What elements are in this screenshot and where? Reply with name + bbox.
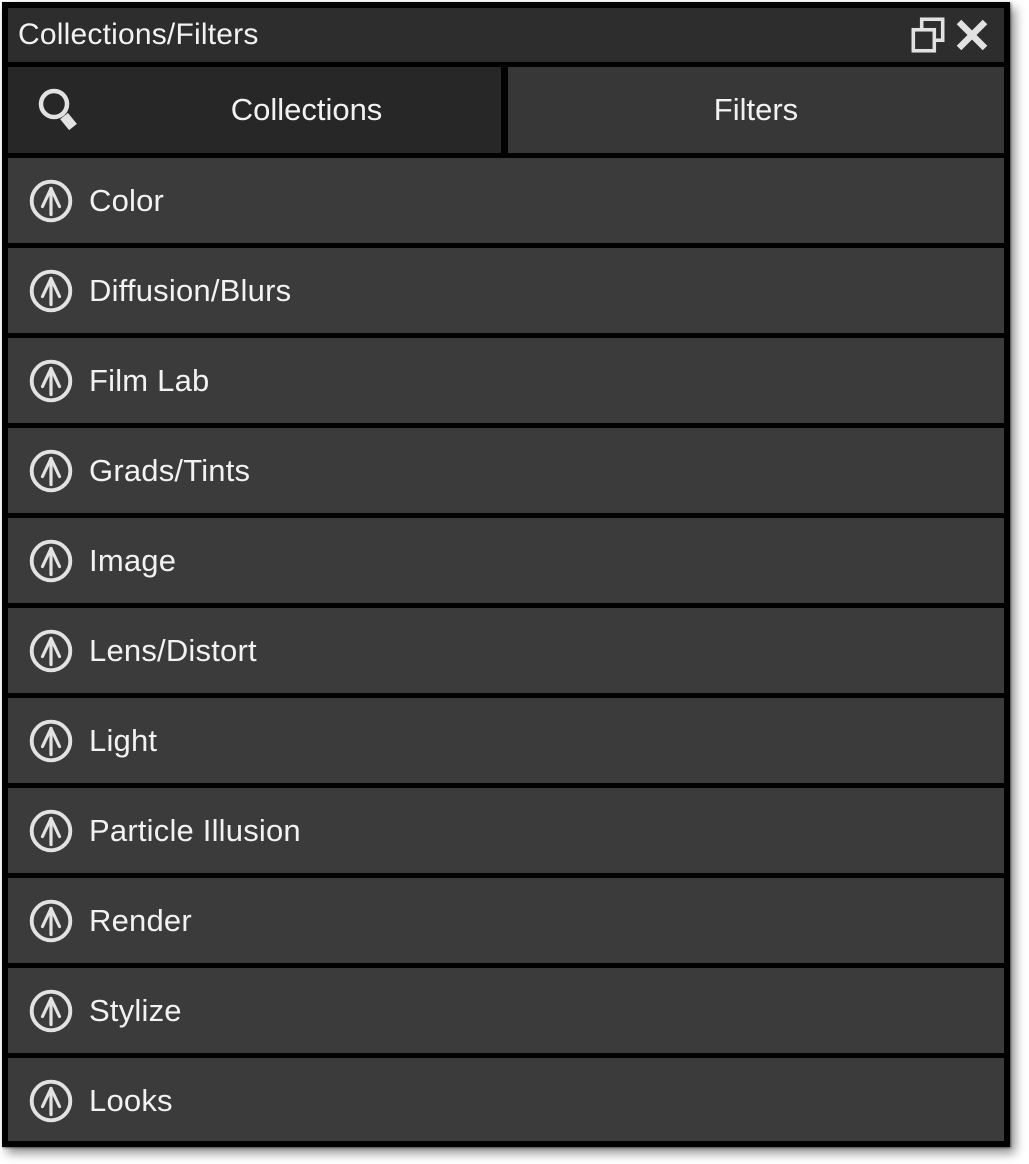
collection-item-color[interactable]: Color [8,158,1004,243]
collection-item-label: Grads/Tints [89,453,250,489]
collection-item-label: Film Lab [89,363,209,399]
collection-item-label: Color [89,183,164,219]
collection-item-render[interactable]: Render [8,878,1004,963]
collection-item-label: Diffusion/Blurs [89,273,291,309]
close-button[interactable] [950,13,994,57]
up-arrow-circle-icon [28,988,74,1034]
up-arrow-circle-icon [28,358,74,404]
collection-item-label: Stylize [89,993,182,1029]
up-arrow-circle-icon [28,538,74,584]
tab-filters[interactable]: Filters [508,67,1004,153]
collection-item-grads-tints[interactable]: Grads/Tints [8,428,1004,513]
collection-item-stylize[interactable]: Stylize [8,968,1004,1053]
tab-bar: Collections Filters [8,67,1004,153]
collection-item-label: Image [89,543,176,579]
search-icon [33,83,87,137]
search-button[interactable] [8,83,112,137]
close-icon [952,15,992,55]
float-window-icon [907,14,949,56]
collections-filters-panel: Collections/Filters Collections [2,2,1010,1147]
collection-item-light[interactable]: Light [8,698,1004,783]
up-arrow-circle-icon [28,898,74,944]
collection-item-film-lab[interactable]: Film Lab [8,338,1004,423]
up-arrow-circle-icon [28,448,74,494]
tab-filters-label: Filters [714,92,798,128]
collection-item-particle-illusion[interactable]: Particle Illusion [8,788,1004,873]
collection-item-looks[interactable]: Looks [8,1058,1004,1141]
up-arrow-circle-icon [28,268,74,314]
collection-list: Color Diffusion/Blurs Film Lab [8,158,1004,1141]
collection-item-label: Render [89,903,192,939]
up-arrow-circle-icon [28,718,74,764]
up-arrow-circle-icon [28,178,74,224]
up-arrow-circle-icon [28,1078,74,1124]
collection-item-lens-distort[interactable]: Lens/Distort [8,608,1004,693]
collection-item-label: Lens/Distort [89,633,257,669]
collection-item-label: Light [89,723,157,759]
collection-item-diffusion-blurs[interactable]: Diffusion/Blurs [8,248,1004,333]
up-arrow-circle-icon [28,808,74,854]
tab-collections[interactable]: Collections [8,67,501,153]
float-window-button[interactable] [906,13,950,57]
collection-item-image[interactable]: Image [8,518,1004,603]
tab-divider [501,67,508,153]
titlebar: Collections/Filters [8,8,1004,62]
collection-item-label: Particle Illusion [89,813,301,849]
panel-title: Collections/Filters [18,18,259,52]
collection-item-label: Looks [89,1083,173,1119]
tab-collections-label: Collections [112,92,501,128]
up-arrow-circle-icon [28,628,74,674]
